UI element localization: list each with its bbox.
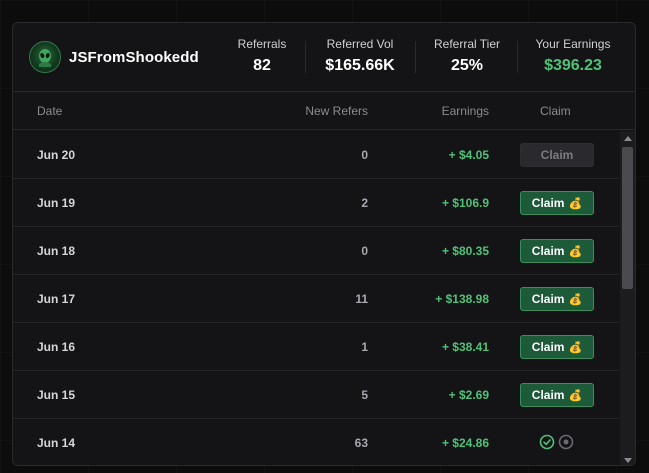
referrals-panel: JSFromShookedd Referrals 82 Referred Vol… bbox=[12, 22, 636, 466]
money-bag-icon: 💰 bbox=[568, 389, 583, 402]
divider bbox=[517, 41, 518, 73]
col-earnings: Earnings bbox=[441, 104, 489, 118]
money-bag-icon: 💰 bbox=[568, 341, 583, 354]
stat-referral-tier: Referral Tier 25% bbox=[425, 37, 509, 75]
claim-button[interactable]: Claim 💰 bbox=[520, 239, 594, 263]
table-row: Jun 20 0 + $4.05 Claim bbox=[13, 131, 619, 179]
stat-label: Referrals bbox=[237, 37, 287, 51]
row-new-refers: 63 bbox=[354, 436, 368, 450]
stat-value: $165.66K bbox=[325, 57, 395, 74]
row-earnings: + $106.9 bbox=[441, 196, 489, 210]
col-new-refers: New Refers bbox=[305, 104, 368, 118]
claim-button[interactable]: Claim 💰 bbox=[520, 383, 594, 407]
row-earnings: + $138.98 bbox=[435, 292, 489, 306]
claim-label: Claim bbox=[531, 196, 565, 210]
row-earnings: + $80.35 bbox=[441, 244, 489, 258]
table-row: Jun 19 2 + $106.9 Claim 💰 bbox=[13, 179, 619, 227]
claim-label: Claim bbox=[531, 244, 565, 258]
row-new-refers: 1 bbox=[361, 340, 368, 354]
stat-label: Referral Tier bbox=[433, 37, 501, 51]
divider bbox=[415, 41, 416, 73]
row-date: Jun 19 bbox=[37, 196, 76, 210]
row-earnings: + $2.69 bbox=[448, 388, 489, 402]
stat-label: Referred Vol bbox=[326, 37, 394, 51]
table-row: Jun 15 5 + $2.69 Claim 💰 bbox=[13, 371, 619, 419]
money-bag-icon: 💰 bbox=[568, 293, 583, 306]
table-row: Jun 14 63 + $24.86 bbox=[13, 419, 619, 465]
row-date: Jun 17 bbox=[37, 292, 76, 306]
col-date: Date bbox=[37, 104, 63, 118]
circle-dot-icon bbox=[558, 434, 574, 455]
scrollbar[interactable] bbox=[620, 131, 635, 465]
table-row: Jun 16 1 + $38.41 Claim 💰 bbox=[13, 323, 619, 371]
stat-value: $396.23 bbox=[544, 57, 602, 74]
stat-referred-vol: Referred Vol $165.66K bbox=[317, 37, 403, 75]
claim-button[interactable]: Claim 💰 bbox=[520, 335, 594, 359]
money-bag-icon: 💰 bbox=[568, 197, 583, 210]
claim-button[interactable]: Claim 💰 bbox=[520, 287, 594, 311]
claim-status bbox=[539, 434, 574, 455]
row-earnings: + $4.05 bbox=[448, 148, 489, 162]
claim-label: Claim bbox=[540, 148, 574, 162]
table-row: Jun 18 0 + $80.35 Claim 💰 bbox=[13, 227, 619, 275]
row-date: Jun 20 bbox=[37, 148, 76, 162]
row-new-refers: 2 bbox=[361, 196, 368, 210]
scroll-down-arrow-icon[interactable] bbox=[620, 453, 635, 465]
claim-label: Claim bbox=[531, 340, 565, 354]
alien-avatar-icon bbox=[29, 41, 61, 73]
scrollbar-thumb[interactable] bbox=[622, 147, 633, 289]
claim-label: Claim bbox=[531, 292, 565, 306]
table-header: Date New Refers Earnings Claim bbox=[13, 93, 635, 130]
stat-referrals: Referrals 82 bbox=[231, 37, 293, 75]
row-new-refers: 11 bbox=[355, 292, 368, 306]
table-body: Jun 20 0 + $4.05 Claim Jun 19 2 + $106.9… bbox=[13, 131, 619, 465]
col-claim: Claim bbox=[540, 104, 571, 118]
row-date: Jun 14 bbox=[37, 436, 76, 450]
stat-your-earnings: Your Earnings $396.23 bbox=[527, 37, 619, 75]
username: JSFromShookedd bbox=[69, 48, 199, 66]
row-earnings: + $24.86 bbox=[441, 436, 489, 450]
row-new-refers: 0 bbox=[361, 148, 368, 162]
stat-label: Your Earnings bbox=[535, 37, 611, 51]
profile: JSFromShookedd bbox=[29, 41, 199, 73]
divider bbox=[305, 41, 306, 73]
claim-button[interactable]: Claim 💰 bbox=[520, 191, 594, 215]
claim-label: Claim bbox=[531, 388, 565, 402]
stat-value: 25% bbox=[450, 57, 484, 74]
row-new-refers: 5 bbox=[361, 388, 368, 402]
row-new-refers: 0 bbox=[361, 244, 368, 258]
row-date: Jun 16 bbox=[37, 340, 76, 354]
row-date: Jun 18 bbox=[37, 244, 76, 258]
check-circle-icon bbox=[539, 434, 555, 455]
claim-button-disabled: Claim bbox=[520, 143, 594, 167]
scroll-up-arrow-icon[interactable] bbox=[620, 131, 635, 145]
stat-value: 82 bbox=[253, 57, 271, 74]
table-row: Jun 17 11 + $138.98 Claim 💰 bbox=[13, 275, 619, 323]
panel-header: JSFromShookedd Referrals 82 Referred Vol… bbox=[13, 23, 635, 92]
row-earnings: + $38.41 bbox=[441, 340, 489, 354]
row-date: Jun 15 bbox=[37, 388, 76, 402]
money-bag-icon: 💰 bbox=[568, 245, 583, 258]
